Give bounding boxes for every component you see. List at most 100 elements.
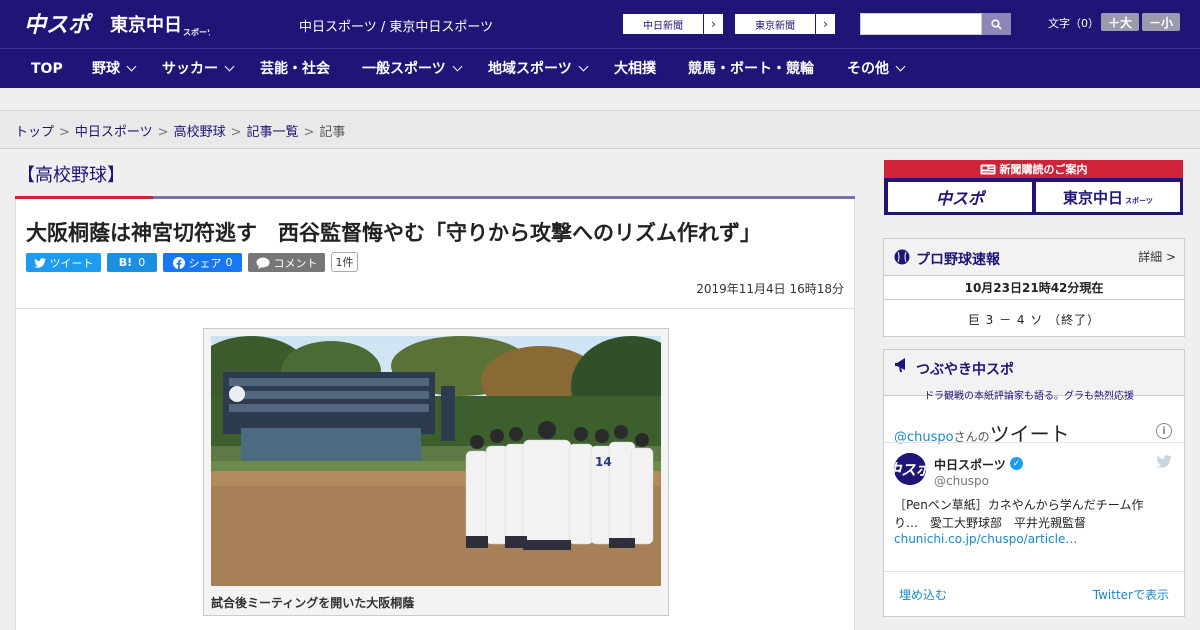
twitter-box-subtitle: ドラ観戦の本紙評論家も語る。グラも熱烈応援 xyxy=(924,391,1134,402)
chevron-down-icon xyxy=(452,61,463,72)
site-title[interactable]: 中日スポーツ / 東京中日スポーツ xyxy=(299,16,493,35)
pro-baseball-title: プロ野球速報 xyxy=(916,252,1000,268)
nav-item-local-sports[interactable]: 地域スポーツ xyxy=(488,49,589,89)
facebook-icon xyxy=(172,256,185,269)
photo-figure: 14 試合後ミーティングを開いた大阪桐蔭 xyxy=(203,328,669,616)
tokyo-shimbun-label: 東京新聞 xyxy=(755,20,795,32)
chuspo-avatar-logo: 中スポ xyxy=(894,453,926,485)
pro-baseball-as-of: 10月23日21時42分現在 xyxy=(884,276,1184,300)
tweet-link[interactable]: chunichi.co.jp/chuspo/article… xyxy=(894,532,1077,546)
twitter-divider xyxy=(884,442,1184,443)
pro-baseball-detail-link[interactable]: 詳細 > xyxy=(1138,248,1176,265)
search-icon xyxy=(991,18,1002,30)
breadcrumb-link-article-list[interactable]: 記事一覧 xyxy=(247,125,299,140)
font-size-label: 文字（0） xyxy=(1048,17,1099,30)
subscription-label-text: 新聞購読のご案内 xyxy=(999,163,1088,176)
twitter-embed-link[interactable]: 埋め込む xyxy=(899,586,947,603)
nav-item-label: 大相撲 xyxy=(614,61,656,77)
category-label: 【高校野球】 xyxy=(17,165,125,186)
chevron-down-icon xyxy=(126,61,137,72)
nav-item-label: TOP xyxy=(31,61,63,77)
chunichi-shimbun-link[interactable]: 中日新聞 › xyxy=(622,13,724,35)
nav-item-label: サッカー xyxy=(162,61,218,77)
twitter-bird-icon[interactable] xyxy=(1156,455,1172,468)
nav-item-label: 競馬・ボート・競輪 xyxy=(688,61,814,77)
nav-item-sumo[interactable]: 大相撲 xyxy=(614,49,656,89)
tokyo-logo-text: 東京中日 xyxy=(110,14,182,36)
search-input[interactable] xyxy=(860,13,982,35)
nav-item-entertainment[interactable]: 芸能・社会 xyxy=(260,49,330,89)
breadcrumb-link-high-school-baseball[interactable]: 高校野球 xyxy=(174,125,226,140)
subscribe-chuspo-link[interactable]: 中スポ xyxy=(888,182,1032,212)
comment-count-badge[interactable]: 1件 xyxy=(331,252,358,272)
chevron-down-icon xyxy=(578,61,589,72)
ad-spacer xyxy=(0,88,1200,111)
avatar[interactable]: 中スポ xyxy=(894,453,926,485)
nav-item-general-sports[interactable]: 一般スポーツ xyxy=(362,49,463,89)
nav-item-label: 一般スポーツ xyxy=(362,61,446,77)
nav-item-racing[interactable]: 競馬・ボート・競輪 xyxy=(688,49,814,89)
hatena-label: B! xyxy=(118,256,133,269)
font-size-decrease-button[interactable]: －小 xyxy=(1142,13,1180,31)
nav-item-label: 地域スポーツ xyxy=(488,61,572,77)
twitter-box: つぶやき中スポ ドラ観戦の本紙評論家も語る。グラも熱烈応援 @chuspoさんの… xyxy=(883,349,1185,617)
tokyo-shimbun-link[interactable]: 東京新聞 › xyxy=(734,13,836,35)
nav-item-soccer[interactable]: サッカー xyxy=(162,49,235,89)
tweet-author-name[interactable]: 中日スポーツ xyxy=(934,456,1006,473)
twitter-box-title: つぶやき中スポ xyxy=(916,362,1014,378)
search-button[interactable] xyxy=(982,13,1011,35)
tokyo-chunichi-logo[interactable]: 東京中日 スポーツ xyxy=(110,11,210,37)
megaphone-icon xyxy=(895,358,905,372)
pro-baseball-score[interactable]: 巨 3 － 4 ソ （終了） xyxy=(884,301,1184,337)
nav-item-top[interactable]: TOP xyxy=(31,49,63,89)
chevron-down-icon xyxy=(224,61,235,72)
article-body: 14 試合後ミーティングを開いた大阪桐蔭 xyxy=(15,309,855,630)
subscribe-chuspo-logo: 中スポ xyxy=(935,189,984,208)
article-photo[interactable]: 14 xyxy=(211,336,661,586)
nav-item-label: 芸能・社会 xyxy=(260,61,330,77)
jersey-number: 14 xyxy=(595,455,612,469)
subscribe-tokyo-link[interactable]: 東京中日 スポーツ xyxy=(1036,182,1180,212)
nav-item-other[interactable]: その他 xyxy=(847,49,906,89)
tweet-author-handle[interactable]: @chuspo xyxy=(934,474,989,488)
facebook-share-button[interactable]: シェア 0 xyxy=(163,253,242,272)
breadcrumb-sep: > xyxy=(303,125,315,140)
chevron-right-icon: › xyxy=(815,14,835,34)
breadcrumb: トップ > 中日スポーツ > 高校野球 > 記事一覧 > 記事 xyxy=(15,121,345,140)
font-size-increase-button[interactable]: ＋大 xyxy=(1101,13,1139,31)
avatar-logo-text: 中スポ xyxy=(894,461,926,479)
hatena-bookmark-button[interactable]: B! 0 xyxy=(107,253,157,272)
breadcrumb-sep: > xyxy=(157,125,169,140)
facebook-label: シェア xyxy=(188,256,222,270)
newspaper-icon xyxy=(980,164,995,174)
article-date: 2019年11月4日 16時18分 xyxy=(696,282,844,296)
article-header: 大阪桐蔭は神宮切符逃す 西谷監督悔やむ「守りから攻撃へのリズム作れず」 ツイート… xyxy=(15,199,855,309)
photo-caption: 試合後ミーティングを開いた大阪桐蔭 xyxy=(211,596,415,610)
breadcrumb-link-chuspo[interactable]: 中日スポーツ xyxy=(75,125,153,140)
comment-label: コメント xyxy=(273,256,318,270)
tweet-label: ツイート xyxy=(49,256,94,270)
nav-item-baseball[interactable]: 野球 xyxy=(92,49,137,89)
subscribe-tokyo-logo: 東京中日 xyxy=(1063,188,1124,207)
info-icon[interactable]: i xyxy=(1156,423,1172,439)
facebook-count: 0 xyxy=(225,256,233,269)
tweet-button[interactable]: ツイート xyxy=(26,253,101,272)
main-nav: TOP 野球 サッカー 芸能・社会 一般スポーツ 地域スポーツ 大相撲 競馬・ボ… xyxy=(0,48,1200,88)
comment-button[interactable]: コメント xyxy=(248,253,325,272)
chuspo-logo-text: 中スポ xyxy=(24,12,94,38)
site-header: 中スポ 東京中日 スポーツ 中日スポーツ / 東京中日スポーツ 中日新聞 › 東… xyxy=(0,0,1200,48)
verified-icon: ✓ xyxy=(1010,457,1023,470)
nav-item-label: その他 xyxy=(847,61,889,77)
pro-baseball-box: プロ野球速報 詳細 > 10月23日21時42分現在 巨 3 － 4 ソ （終了… xyxy=(883,238,1185,337)
subscription-label: 新聞購読のご案内 xyxy=(884,160,1183,178)
chuspo-logo[interactable]: 中スポ xyxy=(24,8,100,38)
breadcrumb-link-top[interactable]: トップ xyxy=(15,125,54,140)
tweet-text: ［Penペン草紙］カネやんから学んだチーム作り… 愛工大野球部 平井光親監督 xyxy=(894,498,1144,530)
twitter-bird-icon xyxy=(33,257,46,268)
chevron-down-icon xyxy=(895,61,906,72)
subscribe-tokyo-logo-sub: スポーツ xyxy=(1125,197,1153,205)
twitter-view-link[interactable]: Twitterで表示 xyxy=(1093,586,1169,603)
article-category: 【高校野球】 xyxy=(15,160,855,198)
article-main: 【高校野球】 大阪桐蔭は神宮切符逃す 西谷監督悔やむ「守りから攻撃へのリズム作れ… xyxy=(15,160,855,630)
speech-bubble-icon xyxy=(256,257,269,269)
